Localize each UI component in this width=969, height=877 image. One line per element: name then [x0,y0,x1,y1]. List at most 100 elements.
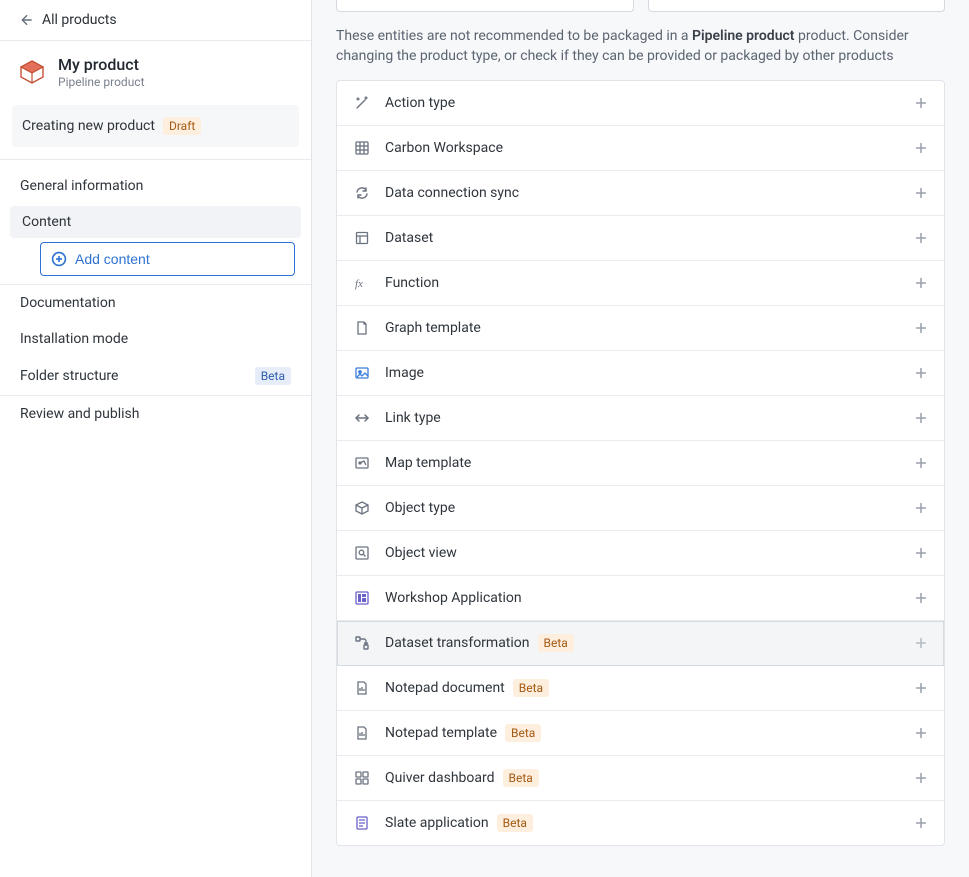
entity-label: Notepad documentBeta [385,679,900,697]
add-content-button[interactable]: Add content [40,242,295,276]
plus-icon[interactable] [914,681,928,695]
plus-icon[interactable] [914,411,928,425]
entity-label: Dataset transformationBeta [385,634,900,652]
plus-icon[interactable] [914,276,928,290]
product-title-block: My product Pipeline product [58,55,145,89]
product-subtitle: Pipeline product [58,75,145,89]
entity-label-text: Dataset [385,230,433,246]
plus-icon[interactable] [914,726,928,740]
nav-content[interactable]: Content [10,206,301,238]
plus-icon[interactable] [914,501,928,515]
entity-row[interactable]: Action type [337,81,944,126]
plus-icon[interactable] [914,141,928,155]
doc-icon [353,319,371,337]
warning-prefix: These entities are not recommended to be… [336,28,692,44]
plus-icon[interactable] [914,231,928,245]
entity-label: Notepad templateBeta [385,724,900,742]
arrow-left-icon [18,13,32,27]
entity-row[interactable]: Notepad documentBeta [337,666,944,711]
wand-icon [353,94,371,112]
top-input-left[interactable] [336,0,634,12]
entity-label: Object view [385,545,900,561]
nav-review-and-publish[interactable]: Review and publish [0,396,311,432]
entity-label-text: Image [385,365,424,381]
plus-icon[interactable] [914,321,928,335]
docbar-icon [353,724,371,742]
plus-icon[interactable] [914,366,928,380]
beta-badge: Beta [505,724,541,742]
nav-folder-structure[interactable]: Folder structure Beta [0,357,311,395]
app-icon [353,589,371,607]
entity-label-text: Data connection sync [385,185,519,201]
sync-icon [353,184,371,202]
fx-icon: fx [353,274,371,292]
beta-badge: Beta [538,634,574,652]
entity-label: Quiver dashboard Beta [385,769,900,787]
nav-label: Documentation [20,295,116,311]
entity-row[interactable]: Quiver dashboard Beta [337,756,944,801]
entity-row[interactable]: Dataset transformationBeta [337,621,944,666]
beta-badge: Beta [497,814,533,832]
status-text: Creating new product [22,118,155,134]
plus-icon[interactable] [914,771,928,785]
entity-row[interactable]: Map template [337,441,944,486]
top-input-row [336,0,945,12]
entity-row[interactable]: Data connection sync [337,171,944,216]
entity-label: Object type [385,500,900,516]
entity-row[interactable]: Workshop Application [337,576,944,621]
plus-icon[interactable] [914,636,928,650]
plus-icon[interactable] [914,456,928,470]
sidebar-nav: General information Content Add content … [0,160,311,440]
entity-label: Map template [385,455,900,471]
status-card: Creating new product Draft [12,105,299,147]
entity-label-text: Slate application [385,815,489,831]
entity-row[interactable]: Notepad templateBeta [337,711,944,756]
entity-label-text: Workshop Application [385,590,522,606]
sidebar: All products My product Pipeline product… [0,0,312,877]
entity-label-text: Object view [385,545,457,561]
entity-row[interactable]: Object view [337,531,944,576]
entity-label-text: Map template [385,455,471,471]
entity-label-text: Action type [385,95,455,111]
beta-badge: Beta [513,679,549,697]
image-icon [353,364,371,382]
entity-row[interactable]: Graph template [337,306,944,351]
nav-general-information[interactable]: General information [0,168,311,204]
plus-icon[interactable] [914,816,928,830]
plus-icon[interactable] [914,186,928,200]
entity-row[interactable]: Slate application Beta [337,801,944,845]
transform-icon [353,634,371,652]
beta-badge: Beta [503,769,539,787]
svg-text:fx: fx [355,278,363,290]
warning-strong: Pipeline product [692,28,794,44]
entity-row[interactable]: Object type [337,486,944,531]
warning-text: These entities are not recommended to be… [336,26,945,66]
entity-label-text: Quiver dashboard [385,770,495,786]
top-input-right[interactable] [648,0,946,12]
dataset-icon [353,229,371,247]
entity-row[interactable]: Link type [337,396,944,441]
entity-label-text: Graph template [385,320,481,336]
back-all-products[interactable]: All products [0,0,311,41]
entity-label-text: Carbon Workspace [385,140,503,156]
link-icon [353,409,371,427]
map-icon [353,454,371,472]
entity-label: Slate application Beta [385,814,900,832]
entity-label-text: Object type [385,500,455,516]
plus-icon[interactable] [914,96,928,110]
plus-icon[interactable] [914,546,928,560]
entity-row[interactable]: fxFunction [337,261,944,306]
entity-list: Action type Carbon Workspace Data connecti… [336,80,945,846]
product-title: My product [58,55,145,74]
nav-label: Review and publish [20,406,139,422]
entity-row[interactable]: Image [337,351,944,396]
entity-label: Dataset [385,230,900,246]
docbar-icon [353,679,371,697]
plus-icon[interactable] [914,591,928,605]
nav-label: Folder structure [20,368,118,384]
grid-icon [353,139,371,157]
nav-documentation[interactable]: Documentation [0,285,311,321]
nav-installation-mode[interactable]: Installation mode [0,321,311,357]
entity-row[interactable]: Carbon Workspace [337,126,944,171]
entity-row[interactable]: Dataset [337,216,944,261]
